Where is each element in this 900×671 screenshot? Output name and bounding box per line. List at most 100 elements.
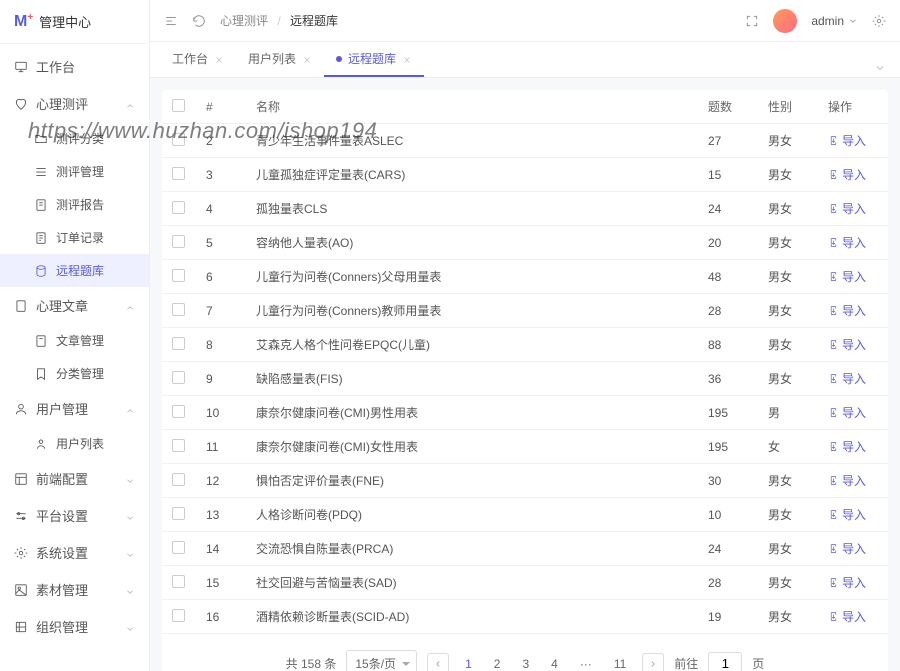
import-button[interactable]: 导入 [828,370,866,387]
prev-page-button[interactable] [427,653,449,671]
row-checkbox[interactable] [172,269,185,282]
import-button[interactable]: 导入 [828,472,866,489]
import-label: 导入 [842,438,866,455]
sub-order-record[interactable]: 订单记录 [0,221,149,254]
page-1[interactable]: 1 [459,654,478,671]
row-checkbox[interactable] [172,303,185,316]
cell-count: 88 [698,328,758,362]
import-button[interactable]: 导入 [828,506,866,523]
chevron-down-icon [125,622,135,632]
menu-material-manage[interactable]: 素材管理 [0,571,149,608]
import-label: 导入 [842,506,866,523]
import-button[interactable]: 导入 [828,540,866,557]
import-button[interactable]: 导入 [828,268,866,285]
import-button[interactable]: 导入 [828,166,866,183]
goto-page-input[interactable] [708,652,742,671]
close-icon[interactable] [302,54,312,64]
menu-user-manage[interactable]: 用户管理 [0,390,149,427]
menu-org-manage[interactable]: 组织管理 [0,608,149,645]
sub-eval-manage[interactable]: 测评管理 [0,155,149,188]
user-menu[interactable]: admin [811,14,858,28]
row-checkbox[interactable] [172,405,185,418]
sub-label: 远程题库 [56,262,104,279]
tab-remote-bank[interactable]: 远程题库 [324,42,424,77]
chevron-up-icon [125,99,135,109]
page-4[interactable]: 4 [545,654,564,671]
cell-count: 10 [698,498,758,532]
pagination: 共 158 条 15条/页 1 2 3 4 ··· 11 前往 页 [162,634,888,671]
sub-eval-report[interactable]: 测评报告 [0,188,149,221]
import-button[interactable]: 导入 [828,234,866,251]
tab-label: 工作台 [172,50,208,67]
select-all-checkbox[interactable] [172,99,185,112]
import-button[interactable]: 导入 [828,336,866,353]
row-checkbox[interactable] [172,167,185,180]
row-checkbox[interactable] [172,371,185,384]
menu-worktable[interactable]: 工作台 [0,48,149,85]
tab-worktable[interactable]: 工作台 [160,42,236,77]
import-button[interactable]: 导入 [828,302,866,319]
row-checkbox[interactable] [172,337,185,350]
sub-user-list[interactable]: 用户列表 [0,427,149,460]
row-checkbox[interactable] [172,439,185,452]
import-button[interactable]: 导入 [828,404,866,421]
sub-label: 文章管理 [56,332,104,349]
logo: M+ 管理中心 [0,0,149,44]
import-label: 导入 [842,472,866,489]
cell-count: 20 [698,226,758,260]
page-last[interactable]: 11 [608,654,632,671]
page-3[interactable]: 3 [516,654,535,671]
sub-remote-bank[interactable]: 远程题库 [0,254,149,287]
menu-platform-setting[interactable]: 平台设置 [0,497,149,534]
collapse-icon[interactable] [164,14,178,28]
menu-frontend-config[interactable]: 前端配置 [0,460,149,497]
menu-psych-eval[interactable]: 心理测评 [0,85,149,122]
close-icon[interactable] [214,54,224,64]
sub-category-manage[interactable]: 分类管理 [0,357,149,390]
refresh-icon[interactable] [192,14,206,28]
tab-user-list[interactable]: 用户列表 [236,42,324,77]
menu-label: 前端配置 [36,469,88,488]
import-button[interactable]: 导入 [828,132,866,149]
chevron-down-icon [125,585,135,595]
table-row: 8艾森克人格个性问卷EPQC(儿童)88男女导入 [162,328,888,362]
page-2[interactable]: 2 [488,654,507,671]
import-button[interactable]: 导入 [828,438,866,455]
tabs-dropdown-icon[interactable] [874,62,886,77]
row-checkbox[interactable] [172,201,185,214]
page-ellipsis[interactable]: ··· [574,654,598,671]
cell-count: 195 [698,396,758,430]
active-dot-icon [336,56,342,62]
fullscreen-icon[interactable] [745,14,759,28]
import-label: 导入 [842,302,866,319]
page-size-select[interactable]: 15条/页 [346,650,417,671]
close-icon[interactable] [402,54,412,64]
row-checkbox[interactable] [172,235,185,248]
sub-eval-category[interactable]: 测评分类 [0,122,149,155]
avatar[interactable] [773,9,797,33]
breadcrumb-parent[interactable]: 心理测评 [220,14,268,28]
row-checkbox[interactable] [172,541,185,554]
sub-article-manage[interactable]: 文章管理 [0,324,149,357]
th-name: 名称 [246,90,698,124]
row-checkbox[interactable] [172,575,185,588]
table-row: 12惧怕否定评价量表(FNE)30男女导入 [162,464,888,498]
import-button[interactable]: 导入 [828,608,866,625]
next-page-button[interactable] [642,653,664,671]
import-button[interactable]: 导入 [828,574,866,591]
cell-name: 康奈尔健康问卷(CMI)女性用表 [246,430,698,464]
table-row: 6儿童行为问卷(Conners)父母用量表48男女导入 [162,260,888,294]
row-checkbox[interactable] [172,507,185,520]
import-button[interactable]: 导入 [828,200,866,217]
sub-label: 订单记录 [56,229,104,246]
settings-icon[interactable] [872,14,886,28]
chevron-down-icon [125,548,135,558]
row-checkbox[interactable] [172,473,185,486]
menu-system-setting[interactable]: 系统设置 [0,534,149,571]
cell-index: 7 [196,294,246,328]
row-checkbox[interactable] [172,609,185,622]
row-checkbox[interactable] [172,133,185,146]
image-icon [14,583,28,597]
cell-index: 4 [196,192,246,226]
menu-psych-article[interactable]: 心理文章 [0,287,149,324]
